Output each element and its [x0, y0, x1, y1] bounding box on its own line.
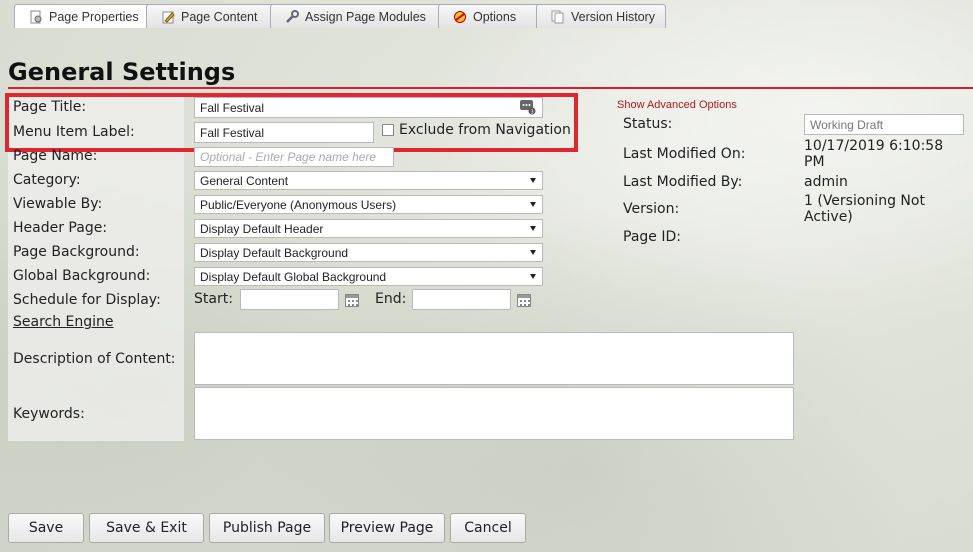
preview-page-button[interactable]: Preview Page — [329, 513, 445, 543]
header-page-value: Display Default Header — [200, 221, 324, 236]
calendar-icon[interactable] — [345, 294, 359, 307]
start-label: Start: — [194, 291, 233, 307]
last-modified-on-line2: PM — [804, 154, 825, 170]
page-background-value: Display Default Background — [200, 245, 349, 260]
chevron-down-icon — [530, 250, 536, 255]
page-background-label: Page Background: — [13, 244, 140, 260]
page-name-input[interactable]: Optional - Enter Page name here — [194, 147, 394, 167]
chevron-down-icon — [530, 274, 536, 279]
calendar-icon[interactable] — [517, 294, 531, 307]
category-label: Category: — [13, 172, 81, 188]
wrench-icon — [285, 9, 299, 24]
last-modified-on-label: Last Modified On: — [623, 146, 746, 162]
save-exit-button[interactable]: Save & Exit — [89, 513, 204, 543]
cancel-button[interactable]: Cancel — [450, 513, 526, 543]
global-background-value: Display Default Global Background — [200, 269, 387, 284]
page-name-label: Page Name: — [13, 148, 98, 164]
page-id-label: Page ID: — [623, 229, 681, 245]
status-input[interactable]: Working Draft — [804, 114, 964, 135]
highlight-box — [5, 93, 578, 152]
title-underline — [8, 87, 973, 89]
global-background-select[interactable]: Display Default Global Background — [194, 267, 543, 286]
tab-label: Options — [473, 9, 517, 24]
viewable-by-select[interactable]: Public/Everyone (Anonymous Users) — [194, 195, 543, 214]
tab-label: Page Content — [181, 9, 258, 24]
status-value: Working Draft — [810, 117, 884, 132]
description-label: Description of Content: — [13, 351, 176, 367]
save-button[interactable]: Save — [8, 513, 84, 543]
version-label: Version: — [623, 201, 680, 217]
version-line1: 1 (Versioning Not — [804, 193, 925, 209]
publish-page-button[interactable]: Publish Page — [209, 513, 325, 543]
tab-label: Assign Page Modules — [305, 9, 426, 24]
chevron-down-icon — [530, 226, 536, 231]
tab-page-properties[interactable]: Page Properties — [14, 4, 154, 28]
end-date-input[interactable] — [412, 289, 511, 310]
tab-label: Version History — [571, 9, 656, 24]
tab-version-history[interactable]: Version History — [536, 4, 666, 28]
tab-options[interactable]: Options — [438, 4, 546, 28]
show-advanced-options-link[interactable]: Show Advanced Options — [617, 99, 737, 111]
last-modified-by-label: Last Modified By: — [623, 174, 743, 190]
category-select[interactable]: General Content — [194, 171, 543, 190]
keywords-label: Keywords: — [13, 406, 85, 422]
chevron-down-icon — [530, 178, 536, 183]
status-label: Status: — [623, 116, 673, 132]
options-icon — [453, 10, 467, 24]
start-date-input[interactable] — [240, 289, 339, 310]
header-page-select[interactable]: Display Default Header — [194, 219, 543, 238]
tab-assign-page-modules[interactable]: Assign Page Modules — [270, 4, 448, 28]
chevron-down-icon — [530, 202, 536, 207]
global-background-label: Global Background: — [13, 268, 151, 284]
last-modified-on-line1: 10/17/2019 6:10:58 — [804, 138, 944, 154]
tab-label: Page Properties — [49, 9, 139, 24]
tab-page-content[interactable]: Page Content — [146, 4, 278, 28]
end-label: End: — [375, 291, 407, 307]
page-background-select[interactable]: Display Default Background — [194, 243, 543, 262]
page-name-placeholder: Optional - Enter Page name here — [200, 150, 377, 164]
version-history-icon — [551, 10, 565, 24]
last-modified-by-value: admin — [804, 174, 848, 190]
viewable-by-label: Viewable By: — [13, 196, 103, 212]
version-line2: Active) — [804, 209, 853, 225]
viewable-by-value: Public/Everyone (Anonymous Users) — [200, 197, 397, 212]
page-title: General Settings — [8, 58, 236, 86]
edit-pencil-icon — [161, 10, 175, 24]
page-properties-icon — [29, 10, 43, 24]
search-engine-link[interactable]: Search Engine — [13, 314, 114, 330]
schedule-label: Schedule for Display: — [13, 292, 161, 308]
description-textarea[interactable] — [194, 332, 794, 385]
header-page-label: Header Page: — [13, 220, 108, 236]
category-value: General Content — [200, 173, 289, 188]
keywords-textarea[interactable] — [194, 387, 794, 440]
